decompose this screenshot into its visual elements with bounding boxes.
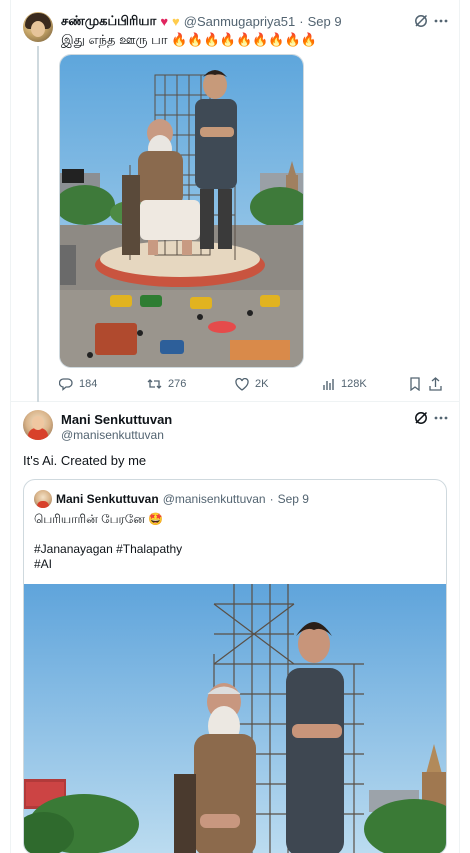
- avatar[interactable]: [23, 410, 53, 440]
- yellow-heart-icon: ♥: [172, 14, 180, 29]
- grok-icon[interactable]: [412, 409, 430, 427]
- reply-icon: [59, 378, 73, 391]
- separator-dot: ·: [269, 492, 274, 506]
- tweet-image[interactable]: [59, 54, 304, 368]
- fire-emoji-run: 🔥🔥🔥🔥🔥🔥🔥🔥🔥: [171, 32, 317, 47]
- repost-button[interactable]: 276: [147, 377, 186, 391]
- tweet-header: சண்முகப்பிரியா ♥ ♥ @Sanmugapriya51 · Sep…: [61, 13, 342, 30]
- separator-dot: ·: [299, 14, 304, 29]
- author-handle[interactable]: @Sanmugapriya51: [184, 14, 295, 29]
- reply-count: 184: [79, 378, 98, 390]
- views-button[interactable]: 128K: [323, 378, 367, 390]
- quoted-author-name: Mani Senkuttuvan: [56, 492, 159, 506]
- tweet-card[interactable]: சண்முகப்பிரியா ♥ ♥ @Sanmugapriya51 · Sep…: [11, 0, 459, 402]
- tweet-text-body: இது எந்த ஊரு பா: [61, 32, 168, 47]
- thread-connector: [37, 46, 39, 402]
- quoted-tweet[interactable]: Mani Senkuttuvan @manisenkuttuvan · Sep …: [23, 479, 447, 853]
- quoted-text: பெரியாரின் பேரனே 🤩 #Jananayagan #Thalapa…: [34, 512, 182, 572]
- tweet-date[interactable]: Sep 9: [308, 14, 342, 29]
- author-handle[interactable]: @manisenkuttuvan: [61, 428, 164, 442]
- bookmark-button[interactable]: [409, 377, 421, 391]
- repost-icon: [147, 379, 162, 389]
- quoted-header: Mani Senkuttuvan @manisenkuttuvan · Sep …: [56, 492, 309, 506]
- quoted-hashtags[interactable]: #Jananayagan #Thalapathy: [34, 542, 182, 557]
- share-button[interactable]: [429, 377, 442, 391]
- share-icon: [429, 377, 442, 391]
- views-icon: [323, 379, 334, 390]
- quoted-image[interactable]: [24, 584, 446, 853]
- tweet-actions: 184 276 2K 128K: [59, 374, 454, 394]
- author-name[interactable]: Mani Senkuttuvan: [61, 412, 172, 427]
- avatar[interactable]: [34, 490, 52, 508]
- tweet-card[interactable]: Mani Senkuttuvan @manisenkuttuvan It's A…: [11, 402, 459, 853]
- quoted-line: [34, 527, 182, 542]
- red-heart-icon: ♥: [160, 14, 169, 29]
- grok-icon[interactable]: [412, 12, 430, 30]
- avatar[interactable]: [23, 12, 53, 42]
- tweet-text: It's Ai. Created by me: [23, 453, 147, 468]
- like-button[interactable]: 2K: [235, 377, 269, 391]
- more-icon[interactable]: [432, 409, 450, 427]
- repost-count: 276: [168, 378, 187, 390]
- quoted-line: பெரியாரின் பேரனே 🤩: [34, 512, 164, 526]
- more-icon[interactable]: [432, 12, 450, 30]
- like-icon: [235, 377, 249, 391]
- author-name[interactable]: சண்முகப்பிரியா: [61, 13, 156, 30]
- views-count: 128K: [341, 378, 367, 390]
- bookmark-icon: [410, 377, 420, 391]
- like-count: 2K: [255, 378, 269, 390]
- reply-button[interactable]: 184: [59, 377, 97, 391]
- quoted-date: Sep 9: [277, 492, 309, 506]
- quoted-author-handle: @manisenkuttuvan: [162, 492, 266, 506]
- quoted-hashtag[interactable]: #AI: [34, 557, 182, 572]
- timeline: சண்முகப்பிரியா ♥ ♥ @Sanmugapriya51 · Sep…: [10, 0, 460, 853]
- tweet-text: இது எந்த ஊரு பா 🔥🔥🔥🔥🔥🔥🔥🔥🔥: [61, 32, 317, 48]
